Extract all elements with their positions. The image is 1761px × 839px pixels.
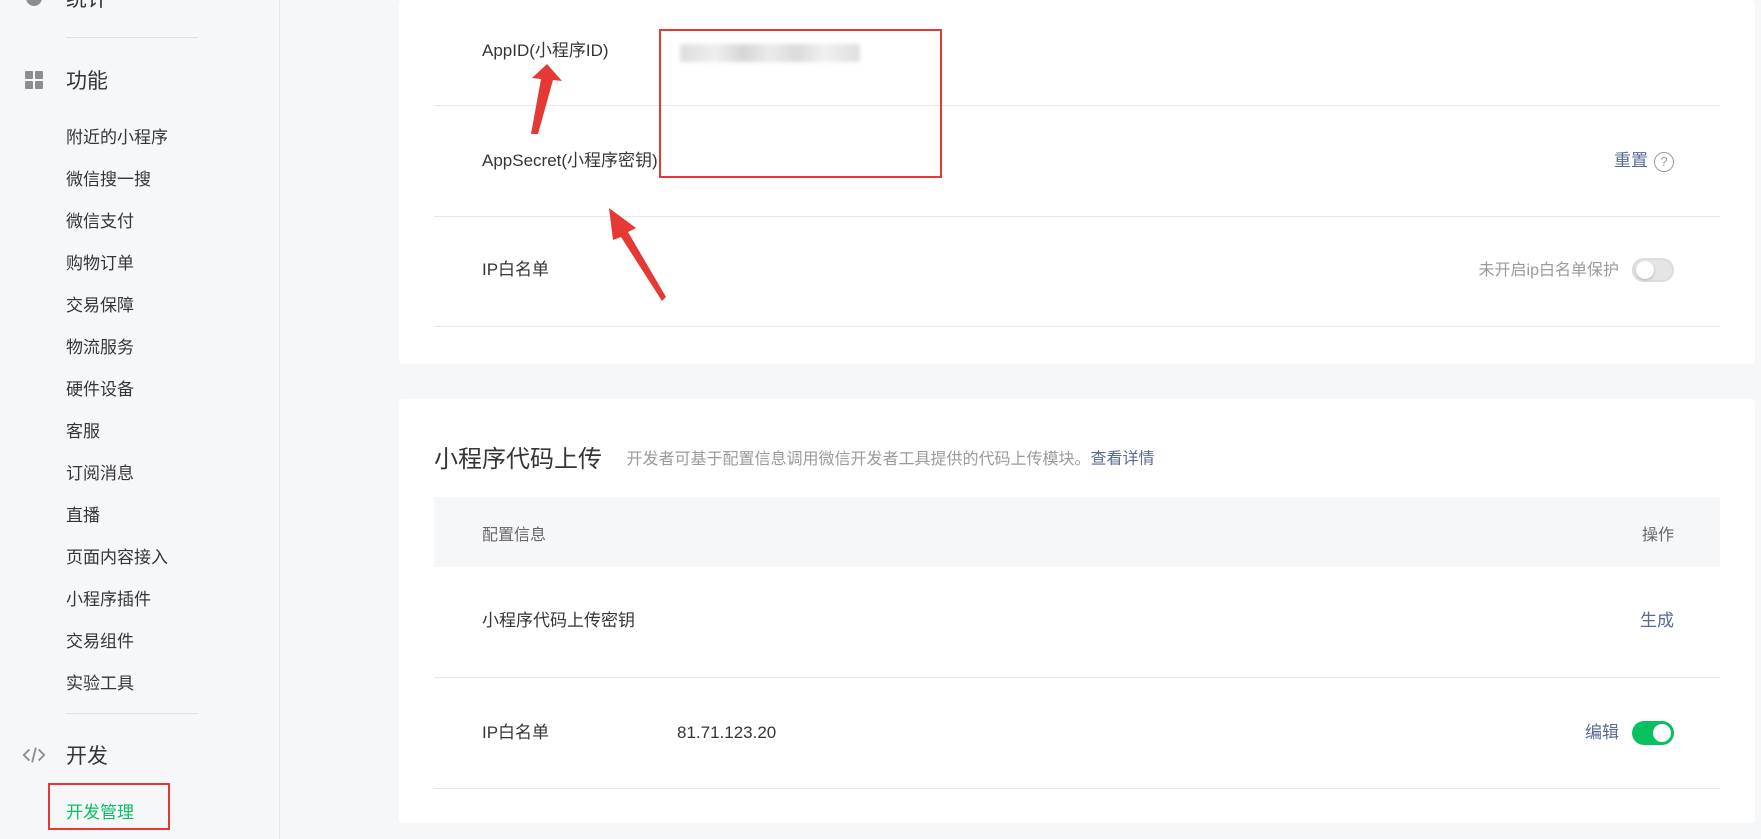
sidebar-divider xyxy=(66,37,198,38)
appsecret-label: AppSecret(小程序密钥) xyxy=(482,151,658,170)
section-title: 小程序代码上传 xyxy=(434,446,602,473)
sidebar-item-lab-tools[interactable]: 实验工具 xyxy=(66,673,134,695)
sidebar-item-orders[interactable]: 购物订单 xyxy=(66,253,134,275)
sidebar-item-guarantee[interactable]: 交易保障 xyxy=(66,295,134,317)
sidebar-item-page-content[interactable]: 页面内容接入 xyxy=(66,547,168,569)
pie-chart-icon xyxy=(22,0,46,10)
sidebar-item-logistics[interactable]: 物流服务 xyxy=(66,337,134,359)
ip-whitelist-toggle[interactable] xyxy=(1632,721,1674,745)
table-row: 小程序代码上传密钥 生成 xyxy=(434,567,1720,678)
dev-settings-card: AppID(小程序ID) AppSecret(小程序密钥) 重置? IP白名单 … xyxy=(399,0,1755,364)
sidebar-group-label: 功能 xyxy=(66,70,108,93)
appsecret-row: AppSecret(小程序密钥) 重置? xyxy=(434,106,1720,217)
sidebar: 统计 功能 附近的小程序 微信搜一搜 微信支付 购物订单 交易保障 物流服务 硬… xyxy=(0,0,280,839)
edit-link[interactable]: 编辑 xyxy=(1585,722,1619,744)
sidebar-item-live[interactable]: 直播 xyxy=(66,505,100,527)
ip-whitelist-label: IP白名单 xyxy=(482,723,550,742)
table-row: IP白名单 81.71.123.20 编辑 xyxy=(434,678,1720,789)
ip-whitelist-label: IP白名单 xyxy=(482,260,550,279)
ip-whitelist-value: 81.71.123.20 xyxy=(677,723,777,742)
sidebar-item-plugins[interactable]: 小程序插件 xyxy=(66,589,151,611)
ip-whitelist-row: IP白名单 未开启ip白名单保护 xyxy=(434,217,1720,327)
toggle-knob xyxy=(1636,261,1654,279)
sidebar-item-search[interactable]: 微信搜一搜 xyxy=(66,169,151,191)
view-details-link[interactable]: 查看详情 xyxy=(1090,451,1154,468)
column-header-action: 操作 xyxy=(1641,527,1674,544)
question-circle-icon[interactable]: ? xyxy=(1654,151,1674,172)
ip-whitelist-toggle[interactable] xyxy=(1632,258,1674,282)
code-icon xyxy=(22,743,46,767)
sidebar-item-nearby[interactable]: 附近的小程序 xyxy=(66,127,168,149)
sidebar-item-subscribe[interactable]: 订阅消息 xyxy=(66,463,134,485)
code-upload-card: 小程序代码上传 开发者可基于配置信息调用微信开发者工具提供的代码上传模块。查看详… xyxy=(399,399,1755,823)
sidebar-group-label: 开发 xyxy=(66,745,108,768)
appid-label: AppID(小程序ID) xyxy=(482,41,609,60)
grid-icon xyxy=(22,68,46,92)
sidebar-item-customer-service[interactable]: 客服 xyxy=(66,421,100,443)
sidebar-divider xyxy=(66,713,198,714)
code-upload-header: 小程序代码上传 开发者可基于配置信息调用微信开发者工具提供的代码上传模块。查看详… xyxy=(434,439,1154,474)
column-header-config: 配置信息 xyxy=(482,527,547,544)
sidebar-item-trade-component[interactable]: 交易组件 xyxy=(66,631,134,653)
appid-row: AppID(小程序ID) xyxy=(434,0,1720,106)
generate-link[interactable]: 生成 xyxy=(1640,610,1674,632)
table-header: 配置信息 操作 xyxy=(434,497,1720,567)
upload-key-label: 小程序代码上传密钥 xyxy=(482,611,635,630)
reset-link[interactable]: 重置 xyxy=(1614,151,1648,170)
toggle-knob xyxy=(1653,724,1671,742)
sidebar-item-pay[interactable]: 微信支付 xyxy=(66,211,134,233)
section-description: 开发者可基于配置信息调用微信开发者工具提供的代码上传模块。 xyxy=(626,450,1091,468)
annotation-box-dev-management xyxy=(48,783,170,830)
annotation-box-credentials xyxy=(659,29,942,178)
ip-whitelist-status: 未开启ip白名单保护 xyxy=(1478,262,1619,279)
reset-group: 重置? xyxy=(1614,150,1674,173)
sidebar-item-hardware[interactable]: 硬件设备 xyxy=(66,379,134,401)
sidebar-group-label: 统计 xyxy=(66,0,108,13)
